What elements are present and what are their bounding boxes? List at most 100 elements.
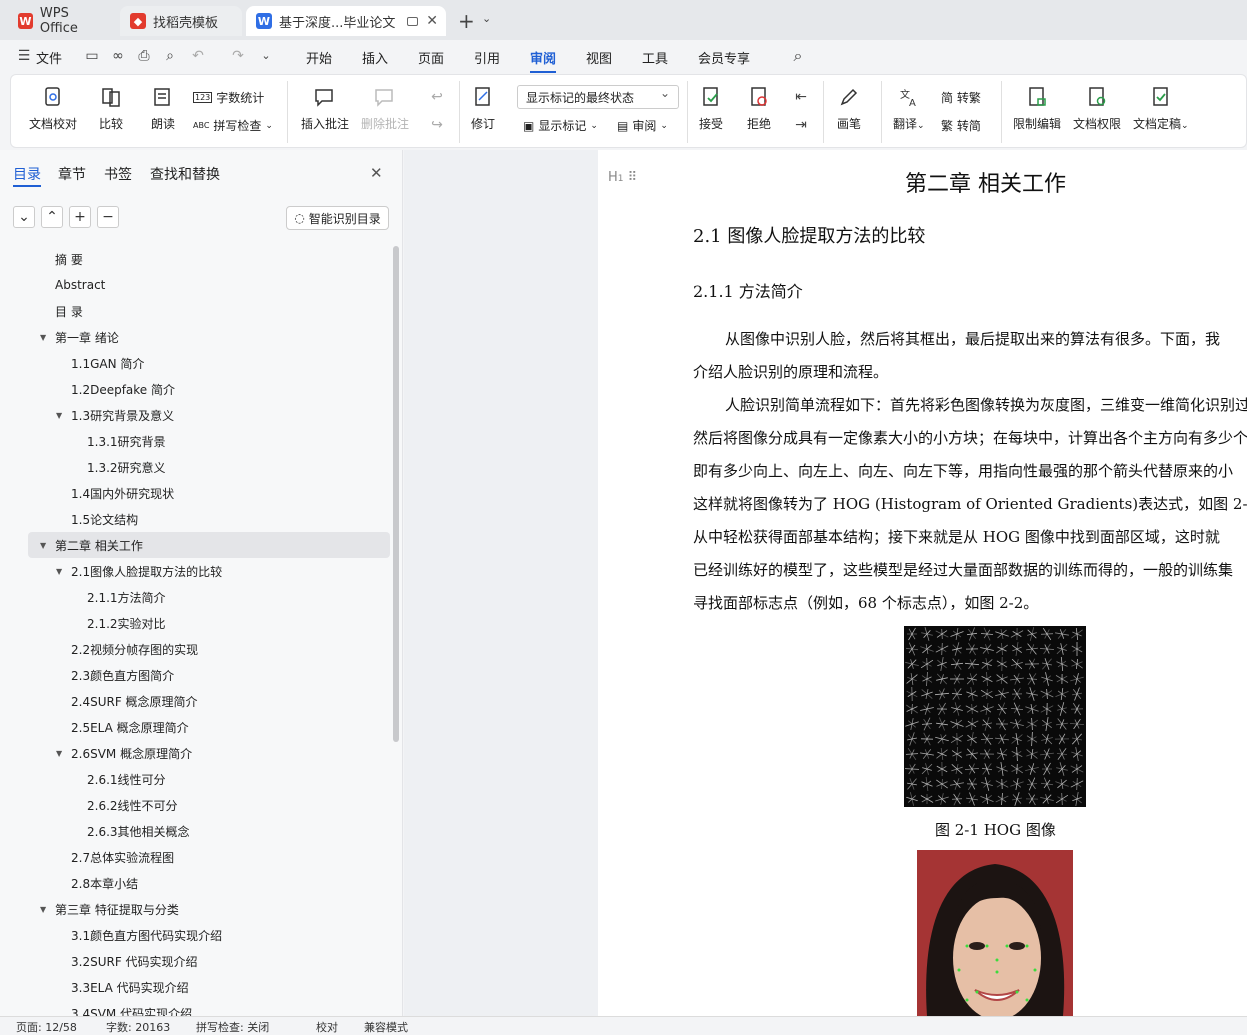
toc-item[interactable]: 3.3ELA 代码实现介绍 <box>0 974 390 1000</box>
preview-icon[interactable]: ⌕ <box>162 48 178 64</box>
tab-toc[interactable]: 目录 <box>13 164 41 184</box>
expand-triangle-icon[interactable]: ▼ <box>40 541 46 550</box>
expand-triangle-icon[interactable]: ▼ <box>56 411 62 420</box>
restrict-edit-button[interactable]: 限制编辑 <box>1013 85 1061 132</box>
toc-item[interactable]: ▼第三章 特征提取与分类 <box>0 896 390 922</box>
window-icon[interactable] <box>407 17 418 26</box>
prev-change-icon[interactable]: ⇤ <box>793 89 809 105</box>
toc-item[interactable]: 3.2SURF 代码实现介绍 <box>0 948 390 974</box>
menu-tools[interactable]: 工具 <box>642 48 668 67</box>
tab-docer[interactable]: ◆ 找稻壳模板 <box>120 6 242 36</box>
toc-item[interactable]: 目 录 <box>0 298 390 324</box>
expand-up-button[interactable]: ⌃ <box>41 206 63 228</box>
scrollbar[interactable] <box>393 246 399 742</box>
tab-wps-office[interactable]: W WPS Office <box>8 6 116 36</box>
toc-item[interactable]: 1.3.1研究背景 <box>0 428 390 454</box>
remove-heading-button[interactable]: − <box>97 206 119 228</box>
spell-check-button[interactable]: ABC拼写检查⌄ <box>193 117 273 134</box>
menu-member[interactable]: 会员专享 <box>698 48 750 67</box>
toc-item[interactable]: 2.1.2实验对比 <box>0 610 390 636</box>
expand-triangle-icon[interactable]: ▼ <box>56 567 62 576</box>
toc-item[interactable]: 2.6.2线性不可分 <box>0 792 390 818</box>
to-simplified-button[interactable]: 繁 转简 <box>941 117 981 134</box>
toc-item[interactable]: ▼1.3研究背景及意义 <box>0 402 390 428</box>
toc-item[interactable]: 2.5ELA 概念原理简介 <box>0 714 390 740</box>
toc-item[interactable]: 2.1.1方法简介 <box>0 584 390 610</box>
toc-item[interactable]: 1.5论文结构 <box>0 506 390 532</box>
menu-file[interactable]: 文件 <box>36 48 62 67</box>
menu-review[interactable]: 审阅 <box>530 48 556 67</box>
revise-button[interactable]: 修订 <box>471 85 495 132</box>
add-heading-button[interactable]: + <box>69 206 91 228</box>
toc-item[interactable]: Abstract <box>0 272 390 298</box>
redo-icon[interactable]: ↷ <box>230 48 246 64</box>
toc-item[interactable]: 2.6.1线性可分 <box>0 766 390 792</box>
page-indicator[interactable]: 页面: 12/58 <box>16 1019 77 1035</box>
doc-check-button[interactable]: 文档校对 <box>29 85 77 132</box>
more-icon[interactable]: ⌄ <box>258 48 274 64</box>
chevron-down-icon[interactable]: ⌄ <box>482 12 491 25</box>
doc-finalize-button[interactable]: 文档定稿⌄ <box>1133 85 1189 132</box>
show-state-dropdown[interactable]: 显示标记的最终状态 <box>517 85 679 109</box>
toc-item[interactable]: 3.1颜色直方图代码实现介绍 <box>0 922 390 948</box>
reject-button[interactable]: 拒绝 <box>747 85 771 132</box>
toc-item[interactable]: 1.4国内外研究现状 <box>0 480 390 506</box>
to-traditional-button[interactable]: 简 转繁 <box>941 89 981 106</box>
toc-item[interactable]: 1.2Deepfake 简介 <box>0 376 390 402</box>
undo-icon[interactable]: ↶ <box>190 48 206 64</box>
expand-triangle-icon[interactable]: ▼ <box>40 333 46 342</box>
toc-item[interactable]: ▼2.6SVM 概念原理简介 <box>0 740 390 766</box>
doc-permission-button[interactable]: 文档权限 <box>1073 85 1121 132</box>
toc-item[interactable]: 1.3.2研究意义 <box>0 454 390 480</box>
link-icon[interactable]: ∞ <box>110 48 126 64</box>
prev-comment-icon[interactable]: ↩ <box>429 89 445 105</box>
accept-button[interactable]: 接受 <box>699 85 723 132</box>
menu-page[interactable]: 页面 <box>418 48 444 67</box>
show-marks-button[interactable]: ▣显示标记⌄ <box>523 117 598 134</box>
word-count-status[interactable]: 字数: 20163 <box>106 1019 170 1035</box>
menu-view[interactable]: 视图 <box>586 48 612 67</box>
tab-document[interactable]: W 基于深度...毕业论文 ✕ <box>246 6 446 36</box>
toc-item[interactable]: 2.3颜色直方图简介 <box>0 662 390 688</box>
expand-triangle-icon[interactable]: ▼ <box>40 905 46 914</box>
toc-item[interactable]: 1.1GAN 简介 <box>0 350 390 376</box>
toc-item[interactable]: 2.4SURF 概念原理简介 <box>0 688 390 714</box>
toc-item[interactable]: 2.7总体实验流程图 <box>0 844 390 870</box>
word-count-button[interactable]: 123字数统计 <box>193 89 264 106</box>
review-pane-button[interactable]: ▤审阅⌄ <box>617 117 668 134</box>
menu-insert[interactable]: 插入 <box>362 48 388 67</box>
tab-chapters[interactable]: 章节 <box>58 164 86 184</box>
next-comment-icon[interactable]: ↪ <box>429 117 445 133</box>
expand-triangle-icon[interactable]: ▼ <box>56 749 62 758</box>
tab-find-replace[interactable]: 查找和替换 <box>150 164 220 184</box>
toc-item[interactable]: 2.6.3其他相关概念 <box>0 818 390 844</box>
menu-start[interactable]: 开始 <box>306 48 332 67</box>
translate-button[interactable]: 文A 翻译⌄ <box>893 85 925 132</box>
collapse-all-button[interactable]: ⌄ <box>13 206 35 228</box>
compare-button[interactable]: 比较 <box>99 85 123 132</box>
print-icon[interactable]: ⎙ <box>136 48 152 64</box>
smart-toc-button[interactable]: ◌智能识别目录 <box>286 206 389 230</box>
toc-item[interactable]: 摘 要 <box>0 246 390 272</box>
heading-marker[interactable]: H1 ⠿ <box>608 170 637 185</box>
toc-item[interactable]: 2.2视频分帧存图的实现 <box>0 636 390 662</box>
new-tab-icon[interactable]: + <box>458 9 475 33</box>
close-tab-icon[interactable]: ✕ <box>426 13 438 29</box>
toc-item[interactable]: ▼第一章 绪论 <box>0 324 390 350</box>
toc-item[interactable]: 2.8本章小结 <box>0 870 390 896</box>
menu-reference[interactable]: 引用 <box>474 48 500 67</box>
toc-item[interactable]: ▼第二章 相关工作 <box>28 532 390 558</box>
close-pane-icon[interactable]: ✕ <box>370 164 383 182</box>
proof-status[interactable]: 校对 <box>316 1019 338 1035</box>
search-icon[interactable]: ⌕ <box>790 48 806 64</box>
save-icon[interactable]: ▭ <box>84 48 100 64</box>
next-change-icon[interactable]: ⇥ <box>793 117 809 133</box>
toc-item[interactable]: ▼2.1图像人脸提取方法的比较 <box>0 558 390 584</box>
menu-icon[interactable]: ☰ <box>16 48 32 64</box>
spell-check-status[interactable]: 拼写检查: 关闭 <box>196 1019 269 1035</box>
pen-button[interactable]: 画笔 <box>837 85 861 132</box>
insert-comment-button[interactable]: 插入批注 <box>301 85 349 132</box>
delete-comment-button[interactable]: 删除批注 <box>361 85 409 132</box>
read-aloud-button[interactable]: 朗读 <box>151 85 175 132</box>
tab-bookmarks[interactable]: 书签 <box>104 164 132 184</box>
